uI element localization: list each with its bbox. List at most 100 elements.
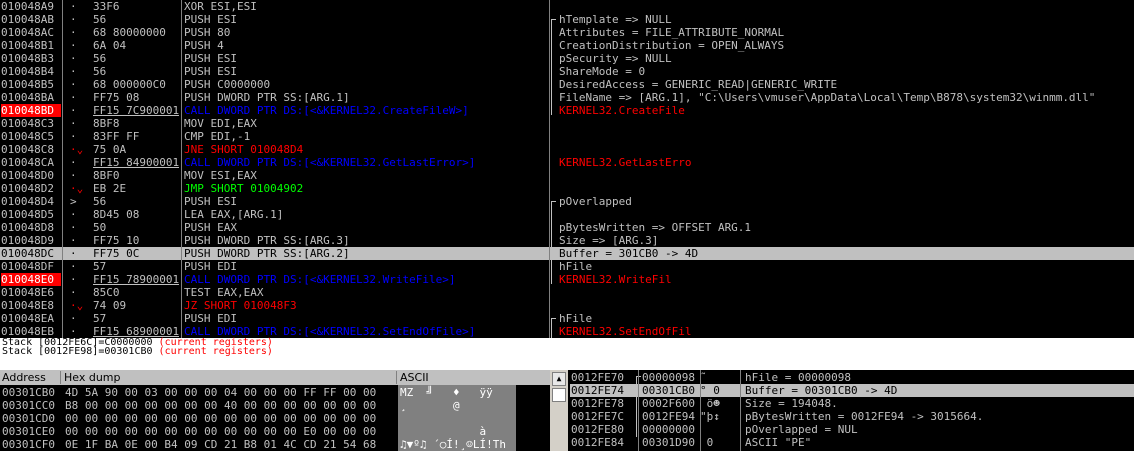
disasm-row[interactable]: 010048C3 · 8BF8 MOV EDI,EAX	[0, 117, 1134, 130]
instruction-address[interactable]: 010048B4	[1, 65, 61, 78]
disasm-row[interactable]: 010048CA · FF15 84900001 CALL DWORD PTR DS:…	[0, 156, 1134, 169]
disasm-row[interactable]: 010048B3 · 56 PUSH ESI pSecurity => NULL	[0, 52, 1134, 65]
disasm-row[interactable]: 010048D9 · FF75 10 PUSH DWORD PTR SS:[ARG.3…	[0, 234, 1134, 247]
instruction-address[interactable]: 010048D4	[1, 195, 61, 208]
stack-ascii: 0	[700, 436, 714, 449]
scroll-up-arrow-icon[interactable]: ▲	[552, 372, 566, 386]
stack-row[interactable]: 0012FE84 00301D90 0 ASCII "PE"	[570, 436, 1134, 449]
disasm-row[interactable]: 010048DF · 57 PUSH EDI hFile	[0, 260, 1134, 273]
instruction-address[interactable]: 010048D0	[1, 169, 61, 182]
instruction-address[interactable]: 010048C5	[1, 130, 61, 143]
instruction-address[interactable]: 010048D9	[1, 234, 61, 247]
jump-marker: ·⌄	[70, 143, 84, 156]
instruction-text: JZ SHORT 010048F3	[184, 299, 297, 312]
instruction-address[interactable]: 010048AC	[1, 26, 61, 39]
instruction-address[interactable]: 010048E6	[1, 286, 61, 299]
instruction-address[interactable]: 010048C3	[1, 117, 61, 130]
disasm-row[interactable]: 010048B5 · 68 000000C0 PUSH C0000000 Desired…	[0, 78, 1134, 91]
dump-header-hex[interactable]: Hex dump	[62, 371, 397, 384]
disasm-row[interactable]: 010048E0 · FF15 78900001 CALL DWORD PTR DS:…	[0, 273, 1134, 286]
instruction-comment: Buffer = 301CB0 -> 4D	[559, 247, 699, 260]
dump-address: 00301CF0	[2, 438, 55, 451]
instruction-bytes: FF75 0C	[93, 247, 140, 260]
stack-row[interactable]: 0012FE70 00000098 ˜ hFile = 00000098	[570, 371, 1134, 384]
dump-row[interactable]: 00301CE0 00 00 00 00 00 00 00 00 00 00 00…	[0, 425, 548, 438]
instruction-text: PUSH DWORD PTR SS:[ARG.3]	[184, 234, 350, 247]
dump-ascii-text: MZ ╝ ♦ ÿÿ	[400, 386, 493, 399]
instruction-address[interactable]: 010048DF	[1, 260, 61, 273]
instruction-address[interactable]: 010048CA	[1, 156, 61, 169]
instruction-address[interactable]: 010048B3	[1, 52, 61, 65]
disasm-row[interactable]: 010048B1 · 6A 04 PUSH 4 CreationDistribution…	[0, 39, 1134, 52]
jump-marker: ·	[70, 117, 77, 130]
disasm-row[interactable]: 010048D4 >56 PUSH ESI pOverlapped	[0, 195, 1134, 208]
instruction-address[interactable]: 010048B1	[1, 39, 61, 52]
stack-comment: pOverlapped = NUL	[745, 423, 858, 436]
stack-row[interactable]: 0012FE74 00301CB0 ° 0 Buffer = 00301CB0 -> …	[570, 384, 1134, 397]
instruction-address[interactable]: 010048DC	[1, 247, 61, 260]
argument-bracket	[551, 19, 556, 115]
instruction-comment: FileName => [ARG.1], "C:\Users\vmuser\Ap…	[559, 91, 1096, 104]
disasm-row[interactable]: 010048C5 · 83FF FF CMP EDI,-1	[0, 130, 1134, 143]
jump-marker: ·	[70, 221, 77, 234]
dump-header-ascii[interactable]: ASCII	[398, 371, 551, 384]
disasm-row[interactable]: 010048AC · 68 80000000 PUSH 80 Attributes = …	[0, 26, 1134, 39]
instruction-comment: Size => [ARG.3]	[559, 234, 659, 247]
instruction-comment: KERNEL32.CreateFile	[559, 104, 685, 117]
instruction-address[interactable]: 010048AB	[1, 13, 61, 26]
stack-pane[interactable]: 0012FE70 00000098 ˜ hFile = 00000098 0012FE7…	[570, 370, 1134, 451]
stack-column-divider	[638, 370, 639, 451]
instruction-address[interactable]: 010048B5	[1, 78, 61, 91]
disasm-row[interactable]: 010048B4 · 56 PUSH ESI ShareMode = 0	[0, 65, 1134, 78]
disasm-row[interactable]: 010048E8 ·⌄ 74 09 JZ SHORT 010048F3	[0, 299, 1134, 312]
disasm-row[interactable]: 010048DC · FF75 0C PUSH DWORD PTR SS:[ARG.2…	[0, 247, 1134, 260]
dump-row[interactable]: 00301CC0 B8 00 00 00 00 00 00 00 40 00 00…	[0, 399, 548, 412]
instruction-text: CALL DWORD PTR DS:[<&KERNEL32.CreateFile…	[184, 104, 469, 117]
disasm-column-divider	[181, 0, 182, 338]
instruction-address[interactable]: 010048E8	[1, 299, 61, 312]
disassembly-pane[interactable]: 010048A9 · 33F6 XOR ESI,ESI 010048AB · 56 PUSH …	[0, 0, 1134, 338]
instruction-address[interactable]: 010048BA	[1, 91, 61, 104]
instruction-bytes: FF15 84900001	[93, 156, 179, 169]
disasm-row[interactable]: 010048BA · FF75 08 PUSH DWORD PTR SS:[ARG.1…	[0, 91, 1134, 104]
breakpoint-address[interactable]: 010048BD	[1, 104, 61, 117]
disasm-row[interactable]: 010048C8 ·⌄ 75 0A JNE SHORT 010048D4	[0, 143, 1134, 156]
instruction-text: JMP SHORT 01004902	[184, 182, 304, 195]
disasm-row[interactable]: 010048D8 · 50 PUSH EAX pBytesWritten => OFFS…	[0, 221, 1134, 234]
disasm-row[interactable]: 010048A9 · 33F6 XOR ESI,ESI	[0, 0, 1134, 13]
instruction-address[interactable]: 010048D8	[1, 221, 61, 234]
instruction-address[interactable]: 010048D2	[1, 182, 61, 195]
hex-dump-pane[interactable]: Address Hex dump ASCII 00301CB0 4D 5A 90 …	[0, 370, 568, 451]
disasm-row[interactable]: 010048EA · 57 PUSH EDI hFile	[0, 312, 1134, 325]
stack-row[interactable]: 0012FE7C 0012FE94 "þ↕ pBytesWritten = 0012F…	[570, 410, 1134, 423]
scroll-thumb[interactable]	[552, 388, 566, 402]
instruction-address[interactable]: 010048D5	[1, 208, 61, 221]
instruction-address[interactable]: 010048A9	[1, 0, 61, 13]
dump-scrollbar[interactable]: ▲	[550, 370, 568, 451]
instruction-text: CALL DWORD PTR DS:[<&KERNEL32.WriteFile>…	[184, 273, 456, 286]
instruction-text: PUSH C0000000	[184, 78, 271, 91]
disasm-row[interactable]: 010048BD · FF15 7C900001 CALL DWORD PTR DS:…	[0, 104, 1134, 117]
instruction-address[interactable]: 010048C8	[1, 143, 61, 156]
dump-hex-bytes: B8 00 00 00 00 00 00 00 40 00 00 00 00 0…	[65, 399, 377, 412]
instruction-bytes: FF15 78900001	[93, 273, 179, 286]
instruction-address[interactable]: 010048EA	[1, 312, 61, 325]
disasm-row[interactable]: 010048AB · 56 PUSH ESI hTemplate => NULL	[0, 13, 1134, 26]
disasm-row[interactable]: 010048D0 · 8BF0 MOV ESI,EAX	[0, 169, 1134, 182]
disasm-row[interactable]: 010048D5 · 8D45 08 LEA EAX,[ARG.1]	[0, 208, 1134, 221]
instruction-text: CALL DWORD PTR DS:[<&KERNEL32.GetLastErr…	[184, 156, 476, 169]
disasm-row[interactable]: 010048D2 ·⌄ EB 2E JMP SHORT 01004902	[0, 182, 1134, 195]
dump-header-address[interactable]: Address	[0, 371, 61, 384]
instruction-comment: KERNEL32.SetEndOfFil	[559, 325, 692, 338]
instruction-text: JNE SHORT 010048D4	[184, 143, 304, 156]
disasm-row[interactable]: 010048E6 · 85C0 TEST EAX,EAX	[0, 286, 1134, 299]
instruction-text: PUSH 80	[184, 26, 231, 39]
dump-row[interactable]: 00301CF0 0E 1F BA 0E 00 B4 09 CD 21 B8 01…	[0, 438, 548, 451]
instruction-bytes: 68 80000000	[93, 26, 166, 39]
stack-row[interactable]: 0012FE80 00000000 pOverlapped = NUL	[570, 423, 1134, 436]
instruction-bytes: 83FF FF	[93, 130, 140, 143]
dump-row[interactable]: 00301CB0 4D 5A 90 00 03 00 00 00 04 00 00…	[0, 386, 548, 399]
dump-row[interactable]: 00301CD0 00 00 00 00 00 00 00 00 00 00 00…	[0, 412, 548, 425]
stack-row[interactable]: 0012FE78 0002F600 ö☻ Size = 194048.	[570, 397, 1134, 410]
breakpoint-address[interactable]: 010048E0	[1, 273, 61, 286]
